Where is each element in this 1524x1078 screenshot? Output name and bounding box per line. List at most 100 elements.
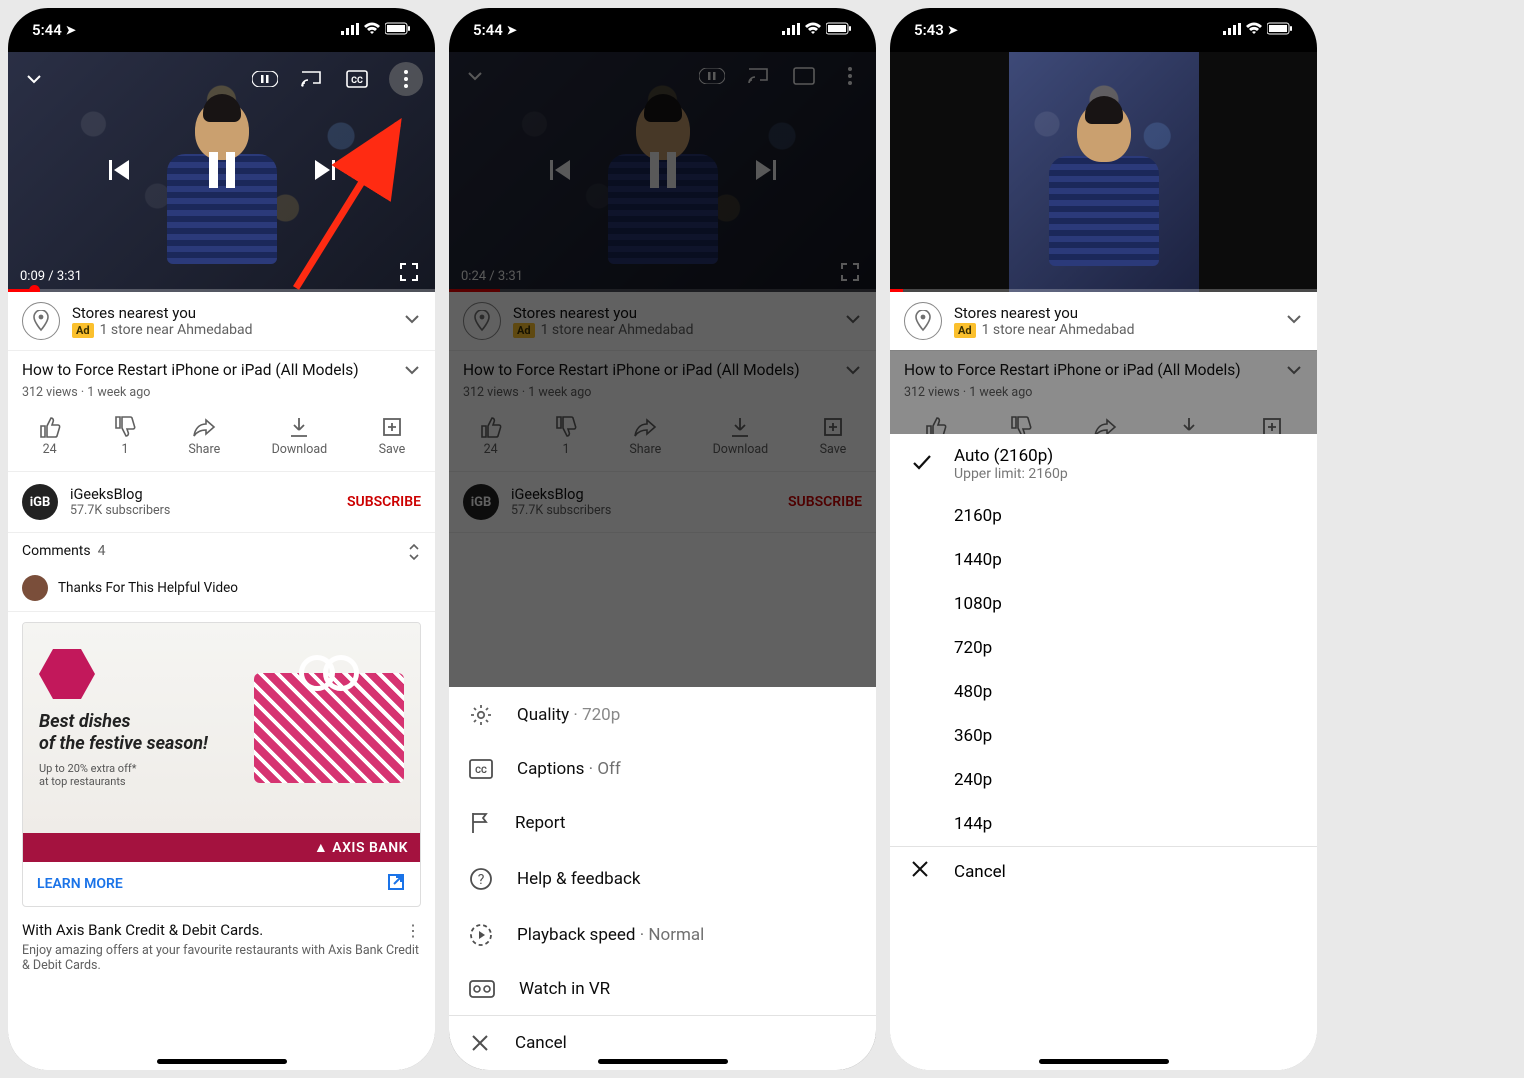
home-indicator[interactable] <box>1039 1059 1169 1064</box>
phone-screenshot-2: 5:44 ➤ <box>449 8 876 1070</box>
signal-icon <box>782 21 800 39</box>
svg-text:?: ? <box>478 872 485 888</box>
menu-quality[interactable]: Quality · 720p <box>449 687 876 743</box>
video-title: How to Force Restart iPhone or iPad (All… <box>22 361 359 383</box>
svg-text:CC: CC <box>475 766 487 776</box>
pause-icon[interactable] <box>205 150 239 194</box>
location-pin-icon <box>904 302 942 340</box>
video-player[interactable] <box>890 52 1317 292</box>
chevron-down-icon[interactable] <box>403 310 421 332</box>
quality-cancel[interactable]: Cancel <box>890 847 1317 896</box>
location-icon: ➤ <box>507 23 517 37</box>
gear-icon <box>469 703 493 727</box>
promo-desc-title: With Axis Bank Credit & Debit Cards. <box>22 921 263 940</box>
quality-option[interactable]: 2160p <box>890 494 1317 538</box>
phone-screenshot-3: 5:43 ➤ Stores nearest you Ad1 store near … <box>890 8 1317 1070</box>
quality-option-auto[interactable]: Auto (2160p)Upper limit: 2160p <box>890 434 1317 494</box>
download-button[interactable]: Download <box>272 416 328 457</box>
cc-icon: CC <box>469 759 493 779</box>
screen: CC 0:09 / 3:31 Stores nearest you <box>8 52 435 1070</box>
expand-description-icon[interactable] <box>403 361 421 383</box>
comments-label: Comments <box>22 543 91 559</box>
location-pin-icon <box>22 302 60 340</box>
quality-option[interactable]: 144p <box>890 802 1317 846</box>
promo-badge-icon <box>39 649 95 699</box>
home-indicator[interactable] <box>598 1059 728 1064</box>
video-meta: 312 views · 1 week ago <box>8 385 435 410</box>
screen: 0:24 / 3:31 Stores nearest you Ad1 store… <box>449 52 876 1070</box>
quality-option[interactable]: 360p <box>890 714 1317 758</box>
next-icon <box>750 155 780 189</box>
phone-screenshot-1: 5:44➤ CC 0:09 / 3:3 <box>8 8 435 1070</box>
menu-vr[interactable]: Watch in VR <box>449 963 876 1015</box>
ad-badge: Ad <box>72 323 94 338</box>
playspeed-icon <box>469 923 493 947</box>
status-bar: 5:44 ➤ <box>449 8 876 52</box>
subscribe-button[interactable]: SUBSCRIBE <box>347 494 421 510</box>
like-button[interactable]: 24 <box>38 416 62 457</box>
fullscreen-icon <box>836 258 864 286</box>
close-icon <box>469 1032 491 1054</box>
wifi-icon <box>363 21 381 39</box>
battery-icon <box>826 21 852 39</box>
comments-section[interactable]: Comments 4 Thanks For This Helpful Video <box>8 533 435 612</box>
signal-icon <box>1223 21 1241 39</box>
ad-row[interactable]: Stores nearest you Ad 1 store near Ahmeda… <box>8 292 435 351</box>
help-icon: ? <box>469 867 493 891</box>
clock: 5:43 <box>914 21 944 39</box>
wifi-icon <box>804 21 822 39</box>
quality-option[interactable]: 1080p <box>890 582 1317 626</box>
vr-icon <box>469 980 495 998</box>
share-button[interactable]: Share <box>188 416 220 457</box>
clock: 5:44 <box>473 21 503 39</box>
channel-subs: 57.7K subscribers <box>70 503 335 518</box>
quality-option[interactable]: 1440p <box>890 538 1317 582</box>
learn-more-button[interactable]: LEARN MORE <box>37 876 123 892</box>
home-indicator[interactable] <box>157 1059 287 1064</box>
channel-row[interactable]: iGB iGeeksBlog 57.7K subscribers SUBSCRI… <box>8 472 435 533</box>
playback-time: 0:09 / 3:31 <box>20 269 82 284</box>
quality-option[interactable]: 480p <box>890 670 1317 714</box>
menu-help[interactable]: ? Help & feedback <box>449 851 876 907</box>
ad-title: Stores nearest you <box>72 304 391 322</box>
quality-option[interactable]: 240p <box>890 758 1317 802</box>
ad-row[interactable]: Stores nearest you Ad1 store near Ahmeda… <box>890 292 1317 351</box>
status-bar: 5:44 ➤ <box>8 8 435 52</box>
fullscreen-icon[interactable] <box>395 258 423 286</box>
previous-icon[interactable] <box>105 155 135 189</box>
flag-icon <box>469 811 491 835</box>
status-bar: 5:43 ➤ <box>890 8 1317 52</box>
check-icon <box>910 451 934 478</box>
quality-option[interactable]: 720p <box>890 626 1317 670</box>
location-icon: ➤ <box>66 23 76 37</box>
quality-sheet: Auto (2160p)Upper limit: 2160p 2160p 144… <box>890 434 1317 1070</box>
dislike-button[interactable]: 1 <box>113 416 137 457</box>
commenter-avatar <box>22 575 48 601</box>
content-area: Stores nearest you Ad 1 store near Ahmeda… <box>8 292 435 1070</box>
open-external-icon[interactable] <box>386 872 406 896</box>
video-player[interactable]: CC 0:09 / 3:31 <box>8 52 435 292</box>
expand-comments-icon[interactable] <box>407 543 421 565</box>
chevron-down-icon[interactable] <box>1285 310 1303 332</box>
playback-time: 0:24 / 3:31 <box>461 269 523 284</box>
promo-card[interactable]: Best dishesof the festive season! Up to … <box>22 622 421 907</box>
top-comment: Thanks For This Helpful Video <box>58 580 238 596</box>
menu-captions[interactable]: CC Captions · Off <box>449 743 876 795</box>
gift-box-icon <box>254 673 404 783</box>
action-bar: 24 1 Share Download Save <box>8 410 435 472</box>
save-button[interactable]: Save <box>379 416 406 457</box>
promo-more-icon[interactable]: ⋮ <box>405 921 421 940</box>
comments-count: 4 <box>98 543 106 559</box>
menu-speed[interactable]: Playback speed · Normal <box>449 907 876 963</box>
previous-icon <box>546 155 576 189</box>
promo-desc-body: Enjoy amazing offers at your favourite r… <box>22 943 421 973</box>
channel-name: iGeeksBlog <box>70 486 335 503</box>
clock: 5:44 <box>32 21 62 39</box>
next-icon[interactable] <box>309 155 339 189</box>
ad-subtitle: 1 store near Ahmedabad <box>100 322 253 338</box>
wifi-icon <box>1245 21 1263 39</box>
menu-report[interactable]: Report <box>449 795 876 851</box>
location-icon: ➤ <box>948 23 958 37</box>
battery-icon <box>385 21 411 39</box>
promo-bank: ▲ AXIS BANK <box>23 833 420 862</box>
